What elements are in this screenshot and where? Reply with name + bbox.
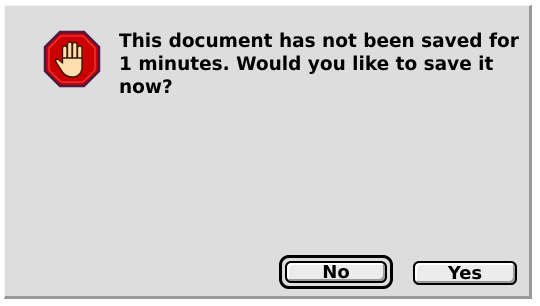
yes-button[interactable]: Yes xyxy=(413,261,517,285)
stop-hand-icon xyxy=(43,30,101,88)
dialog-message: This document has not been saved for 1 m… xyxy=(119,31,519,98)
save-reminder-dialog: This document has not been saved for 1 m… xyxy=(4,5,532,299)
no-button[interactable]: No xyxy=(285,261,387,283)
